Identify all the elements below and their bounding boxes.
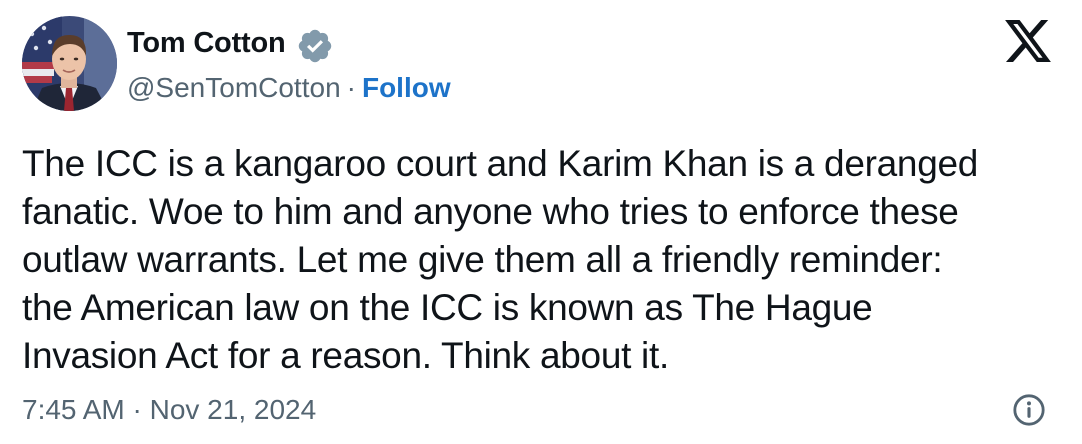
tweet-text-line: Invasion Act for a reason. Think about i… [22,335,669,376]
x-logo-icon[interactable] [1005,20,1051,62]
tweet-text-line: outlaw warrants. Let me give them all a … [22,239,943,280]
author-handle[interactable]: @SenTomCotton [127,72,341,103]
author-handle-row: @SenTomCotton · Follow [127,70,451,106]
handle-separator: · [346,72,356,103]
tweet-body: The ICC is a kangaroo court and Karim Kh… [22,140,1062,380]
tweet-text-line: fanatic. Woe to him and anyone who tries… [22,191,959,232]
verified-badge-icon [298,29,332,63]
tweet-timestamp[interactable]: 7:45 AM · Nov 21, 2024 [22,392,316,428]
author-avatar[interactable] [22,16,117,111]
tweet-text-line: the American law on the ICC is known as … [22,287,873,328]
follow-button[interactable]: Follow [362,72,451,103]
avatar-photo [22,16,117,111]
author-display-name[interactable]: Tom Cotton [127,24,286,62]
tweet-card: Tom Cotton @SenTomCotton · Follow The ICC … [0,0,1082,444]
info-icon[interactable] [1012,393,1046,427]
tweet-text-line: The ICC is a kangaroo court and Karim Kh… [22,143,979,184]
